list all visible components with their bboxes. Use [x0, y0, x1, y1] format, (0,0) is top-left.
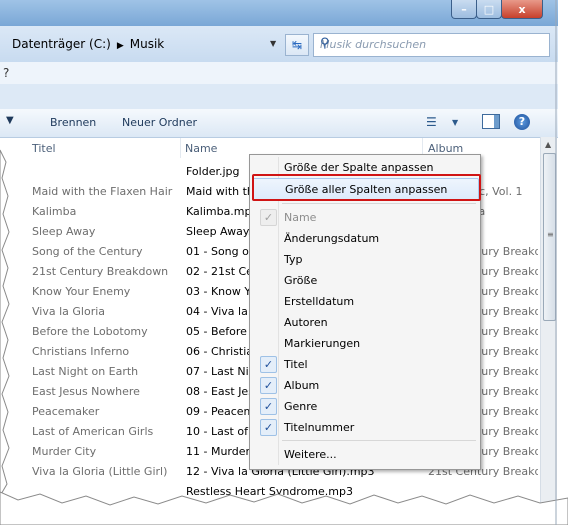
torn-edge-frame: [0, 0, 568, 525]
explorer-window: – □ x Datenträger (C:) ▶ Musik ▼ ↹ Musik d…: [0, 0, 568, 525]
